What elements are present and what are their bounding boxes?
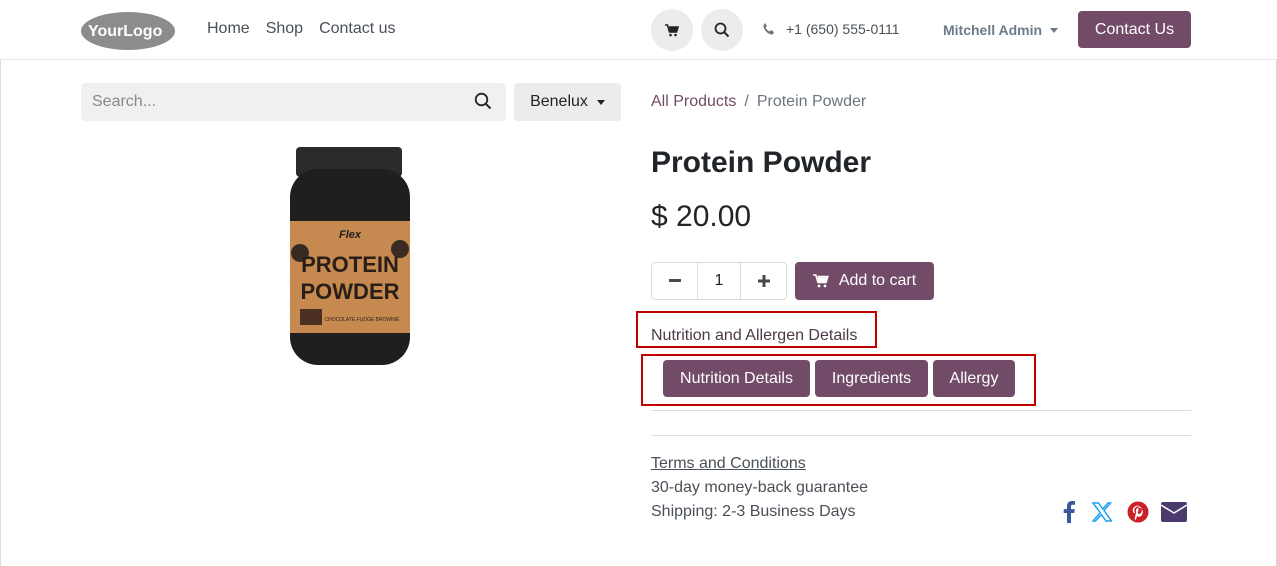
product-search — [81, 83, 506, 121]
search-icon — [714, 22, 730, 38]
tab-ingredients[interactable]: Ingredients — [815, 360, 928, 397]
region-label: Benelux — [530, 93, 588, 110]
cart-icon — [665, 23, 679, 36]
x-twitter-icon — [1092, 502, 1112, 522]
nav-contact-us[interactable]: Contact us — [319, 20, 395, 38]
breadcrumb: All Products / Protein Powder — [651, 93, 866, 111]
decrease-quantity-button[interactable] — [652, 263, 697, 299]
nav-shop[interactable]: Shop — [266, 20, 303, 38]
facebook-icon — [1063, 501, 1075, 523]
quantity-input[interactable]: 1 — [697, 263, 741, 299]
breadcrumb-all-products[interactable]: All Products — [651, 93, 736, 111]
product-image-brand: Flex — [339, 229, 362, 241]
plus-icon — [757, 275, 770, 287]
cart-button[interactable] — [651, 9, 693, 51]
logo[interactable]: YourLogo — [80, 11, 176, 51]
region-dropdown[interactable]: Benelux — [514, 83, 621, 121]
product-image-flavor: CHOCOLATE FUDGE BROWNIE — [325, 317, 401, 323]
user-name: Mitchell Admin — [943, 22, 1043, 38]
quantity-stepper: 1 — [651, 262, 787, 300]
share-facebook-link[interactable] — [1056, 499, 1082, 525]
tab-nutrition-details[interactable]: Nutrition Details — [663, 360, 810, 397]
add-to-cart-label: Add to cart — [838, 272, 917, 289]
pinterest-icon — [1127, 501, 1149, 523]
main-nav: Home Shop Contact us — [207, 20, 396, 38]
share-x-link[interactable] — [1089, 499, 1115, 525]
header-search-button[interactable] — [701, 9, 743, 51]
search-icon[interactable] — [474, 92, 492, 110]
chevron-down-icon — [596, 99, 605, 105]
product-image-line1: PROTEIN — [301, 252, 399, 277]
breadcrumb-current: Protein Powder — [756, 93, 867, 110]
product-title: Protein Powder — [651, 146, 872, 179]
phone-number: +1 (650) 555-0111 — [786, 21, 900, 37]
divider — [651, 410, 1191, 411]
phone-link[interactable]: +1 (650) 555-0111 — [762, 21, 900, 37]
email-icon — [1161, 502, 1187, 522]
breadcrumb-separator: / — [744, 93, 749, 110]
tab-allergy[interactable]: Allergy — [933, 360, 1015, 397]
add-to-cart-button[interactable]: Add to cart — [795, 262, 934, 300]
product-image-line2: POWDER — [301, 279, 400, 304]
terms-and-conditions-link[interactable]: Terms and Conditions — [651, 455, 806, 473]
logo-text: YourLogo — [88, 23, 163, 40]
increase-quantity-button[interactable] — [741, 263, 786, 299]
minus-icon — [668, 279, 681, 282]
site-header: YourLogo Home Shop Contact us +1 (650) 5… — [0, 0, 1277, 60]
divider — [651, 435, 1191, 436]
cart-icon — [812, 274, 829, 288]
contact-us-button[interactable]: Contact Us — [1078, 11, 1191, 48]
product-image[interactable]: Flex PROTEIN POWDER CHOCOLATE FUDGE BROW… — [282, 145, 418, 371]
product-price: $ 20.00 — [651, 200, 752, 233]
shipping-text: Shipping: 2-3 Business Days — [651, 503, 856, 520]
share-pinterest-link[interactable] — [1125, 499, 1151, 525]
allergen-section-title: Nutrition and Allergen Details — [651, 327, 858, 344]
chevron-down-icon — [1050, 27, 1059, 33]
search-input[interactable] — [81, 83, 451, 121]
nav-home[interactable]: Home — [207, 20, 250, 38]
phone-icon — [763, 23, 774, 35]
share-email-link[interactable] — [1161, 499, 1187, 525]
user-menu[interactable]: Mitchell Admin — [943, 22, 1059, 38]
guarantee-text: 30-day money-back guarantee — [651, 479, 869, 496]
